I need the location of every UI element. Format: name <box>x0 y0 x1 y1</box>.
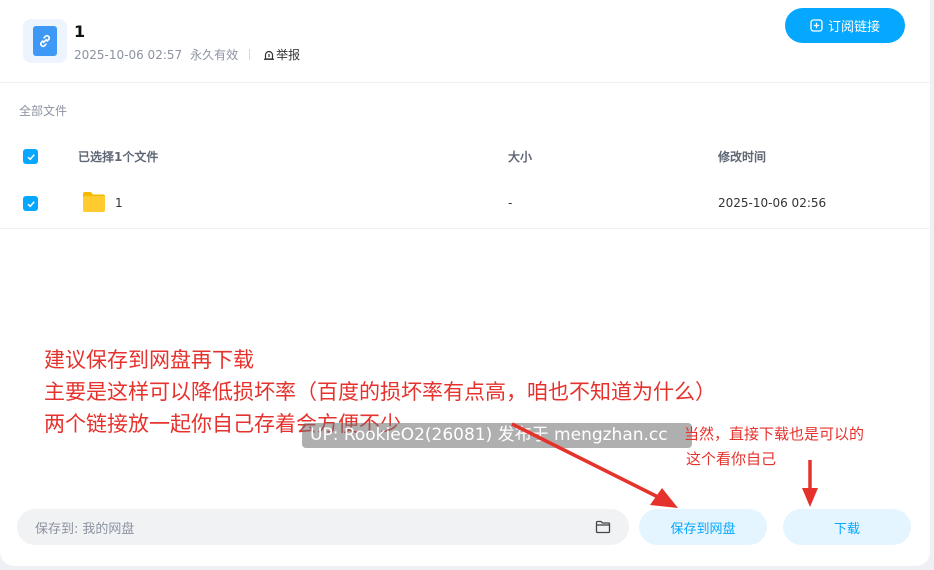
column-header-name: 已选择1个文件 <box>78 150 159 164</box>
meta-divider <box>249 49 251 60</box>
column-header-size[interactable]: 大小 <box>508 148 532 165</box>
report-label: 举报 <box>276 48 301 62</box>
file-modified: 2025-10-06 02:56 <box>718 196 827 210</box>
select-all-checkbox[interactable] <box>23 149 38 164</box>
breadcrumb-all-files[interactable]: 全部文件 <box>19 102 67 119</box>
share-title: 1 <box>74 22 86 41</box>
save-to-label: 保存到: <box>35 521 79 537</box>
watermark: UP: RookieO2(26081) 发布于 mengzhan.cc <box>302 423 692 448</box>
share-page-card: 1 2025-10-06 02:57 永久有效 举报 订阅链接 全部文件 已选择… <box>0 0 930 566</box>
check-icon <box>26 200 35 207</box>
folder-outline-icon[interactable] <box>595 519 611 535</box>
header-divider <box>0 82 930 83</box>
share-date: 2025-10-06 02:57 <box>74 47 183 62</box>
share-validity: 永久有效 <box>190 48 239 62</box>
file-name[interactable]: 1 <box>115 196 123 210</box>
annotation-side-line-2: 这个看你自己 <box>686 450 777 468</box>
report-icon <box>264 50 275 60</box>
link-file-icon <box>23 19 67 63</box>
folder-icon <box>83 192 105 212</box>
row-checkbox[interactable] <box>23 196 38 211</box>
row-divider <box>0 228 930 229</box>
save-destination-field[interactable]: 保存到: 我的网盘 <box>17 509 629 545</box>
save-to-target: 我的网盘 <box>82 521 135 537</box>
annotation-line-1: 建议保存到网盘再下载 <box>44 348 254 372</box>
column-header-modified[interactable]: 修改时间 <box>718 148 766 165</box>
annotation-line-2: 主要是这样可以降低损坏率（百度的损坏率有点高，咱也不知道为什么） <box>44 380 716 404</box>
subscribe-label: 订阅链接 <box>827 20 880 35</box>
annotation-side-line-1: 当然，直接下载也是可以的 <box>684 425 865 443</box>
download-button[interactable]: 下载 <box>783 509 911 545</box>
save-to-cloud-button[interactable]: 保存到网盘 <box>639 509 767 545</box>
check-icon <box>26 153 35 160</box>
subscribe-link-button[interactable]: 订阅链接 <box>785 8 905 43</box>
file-size: - <box>508 196 513 210</box>
report-link[interactable]: 举报 <box>263 46 300 63</box>
share-meta: 2025-10-06 02:57 永久有效 举报 <box>74 46 300 63</box>
add-square-icon <box>810 19 823 32</box>
